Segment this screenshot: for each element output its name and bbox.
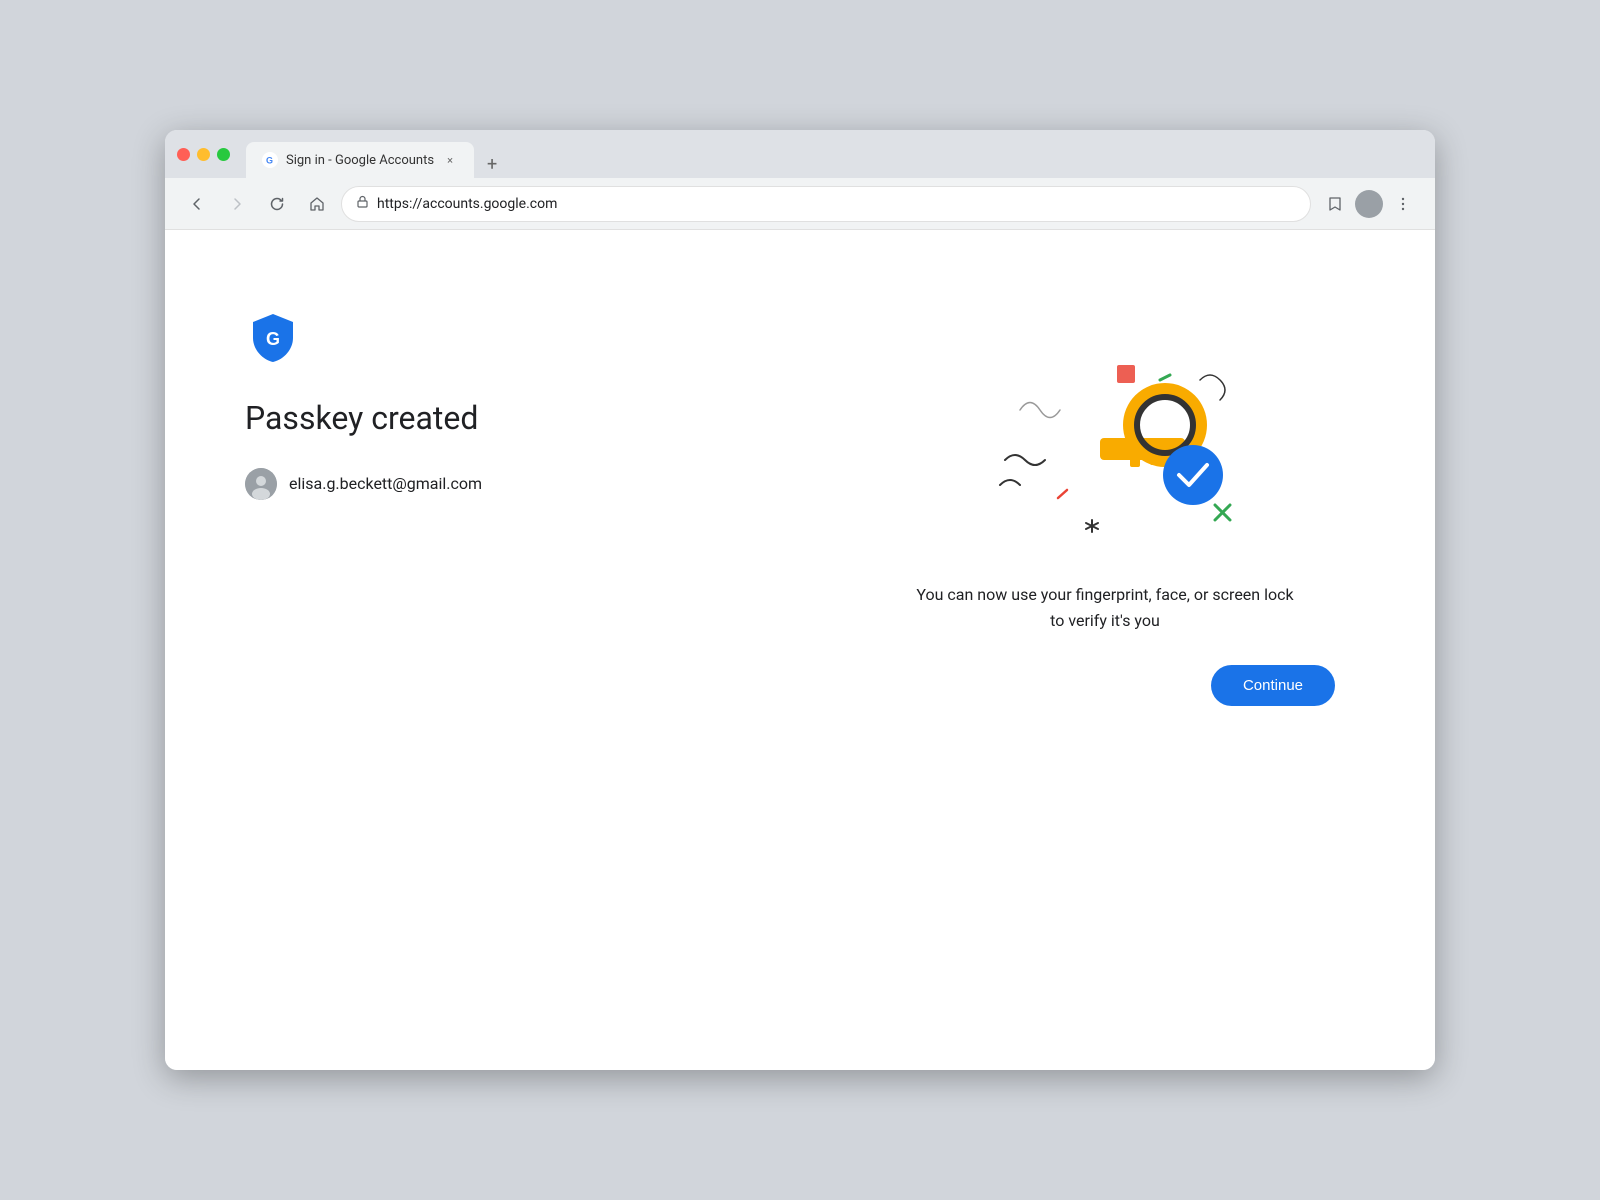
tab-close-button[interactable]: ×: [442, 152, 458, 168]
home-button[interactable]: [301, 188, 333, 220]
tab-title-label: Sign in - Google Accounts: [286, 153, 434, 168]
profile-avatar[interactable]: [1355, 190, 1383, 218]
nav-bar: https://accounts.google.com: [165, 178, 1435, 230]
active-tab[interactable]: G Sign in - Google Accounts ×: [246, 142, 474, 178]
title-bar: G Sign in - Google Accounts × +: [165, 130, 1435, 178]
close-window-button[interactable]: [177, 148, 190, 161]
svg-text:G: G: [266, 329, 280, 349]
url-display: https://accounts.google.com: [377, 196, 1296, 212]
user-avatar: [245, 468, 277, 500]
bookmark-button[interactable]: [1319, 188, 1351, 220]
back-button[interactable]: [181, 188, 213, 220]
left-panel: G Passkey created elisa.g.beckett@gmail.…: [245, 290, 815, 1010]
browser-window: G Sign in - Google Accounts × +: [165, 130, 1435, 1070]
continue-button[interactable]: Continue: [1211, 665, 1335, 706]
lock-icon: [356, 195, 369, 212]
tab-favicon-icon: G: [262, 152, 278, 168]
google-shield-logo: G: [245, 310, 301, 366]
minimize-window-button[interactable]: [197, 148, 210, 161]
right-panel: You can now use your fingerprint, face, …: [855, 290, 1355, 1010]
page-content: G Passkey created elisa.g.beckett@gmail.…: [165, 230, 1435, 1070]
address-bar[interactable]: https://accounts.google.com: [341, 186, 1311, 222]
reload-button[interactable]: [261, 188, 293, 220]
maximize-window-button[interactable]: [217, 148, 230, 161]
traffic-lights: [177, 148, 230, 161]
description-text: You can now use your fingerprint, face, …: [916, 582, 1293, 633]
svg-text:G: G: [266, 156, 273, 166]
passkey-illustration: [945, 310, 1265, 550]
new-tab-button[interactable]: +: [478, 150, 506, 178]
forward-button[interactable]: [221, 188, 253, 220]
user-row: elisa.g.beckett@gmail.com: [245, 468, 815, 500]
menu-button[interactable]: [1387, 188, 1419, 220]
nav-right-controls: [1319, 188, 1419, 220]
tab-bar: G Sign in - Google Accounts × +: [246, 130, 1423, 178]
page-title: Passkey created: [245, 398, 815, 440]
user-email-label: elisa.g.beckett@gmail.com: [289, 474, 482, 493]
